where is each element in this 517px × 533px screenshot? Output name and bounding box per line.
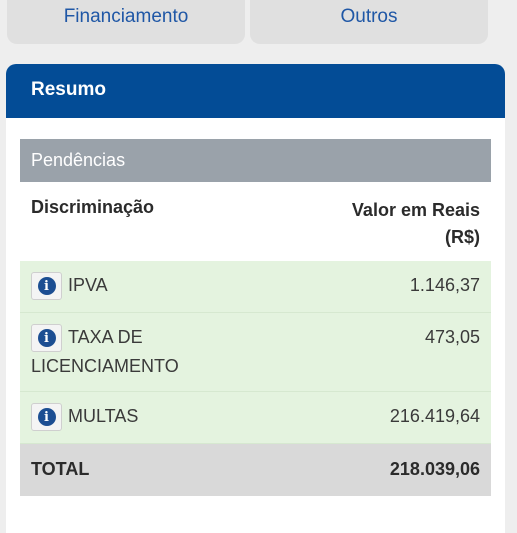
summary-header: Resumo	[6, 64, 505, 118]
row-value: 473,05	[424, 327, 480, 347]
row-label: TAXA DE LICENCIAMENTO	[31, 327, 179, 376]
row-value: 1.146,37	[409, 275, 480, 295]
row-label: MULTAS	[68, 406, 139, 426]
column-header-value-line2: (R$)	[445, 227, 480, 247]
tab-financiamento[interactable]: Financiamento	[7, 0, 245, 44]
row-label: IPVA	[68, 275, 108, 295]
column-header-description: Discriminação	[31, 197, 155, 217]
column-header-value: Valor em Reais (R$)	[320, 197, 480, 251]
column-headers: Discriminação Valor em Reais (R$)	[20, 182, 491, 261]
tab-financiamento-label: Financiamento	[63, 6, 189, 27]
summary-title: Resumo	[31, 79, 106, 100]
column-header-value-line1: Valor em Reais	[351, 200, 480, 220]
table-row-ipva: i IPVA 1.146,37	[20, 261, 491, 313]
section-header: Pendências	[20, 139, 491, 182]
section-title: Pendências	[31, 150, 126, 170]
row-value: 216.419,64	[389, 406, 480, 426]
total-label: TOTAL	[31, 459, 90, 479]
info-icon: i	[37, 277, 56, 295]
table-row-multas: i MULTAS 216.419,64	[20, 392, 491, 444]
tab-outros-label: Outros	[340, 6, 398, 27]
info-button-ipva[interactable]: i	[31, 272, 62, 300]
table-row-taxa-licenciamento: i TAXA DE LICENCIAMENTO 473,05	[20, 313, 491, 392]
info-icon: i	[37, 408, 56, 426]
total-value: 218.039,06	[389, 459, 480, 479]
total-row: TOTAL 218.039,06	[20, 444, 491, 496]
tab-outros[interactable]: Outros	[250, 0, 488, 44]
pending-table: Pendências Discriminação Valor em Reais …	[20, 139, 491, 496]
info-button-multas[interactable]: i	[31, 403, 62, 431]
summary-card: Resumo Pendências Discriminação Valor em…	[6, 64, 505, 533]
